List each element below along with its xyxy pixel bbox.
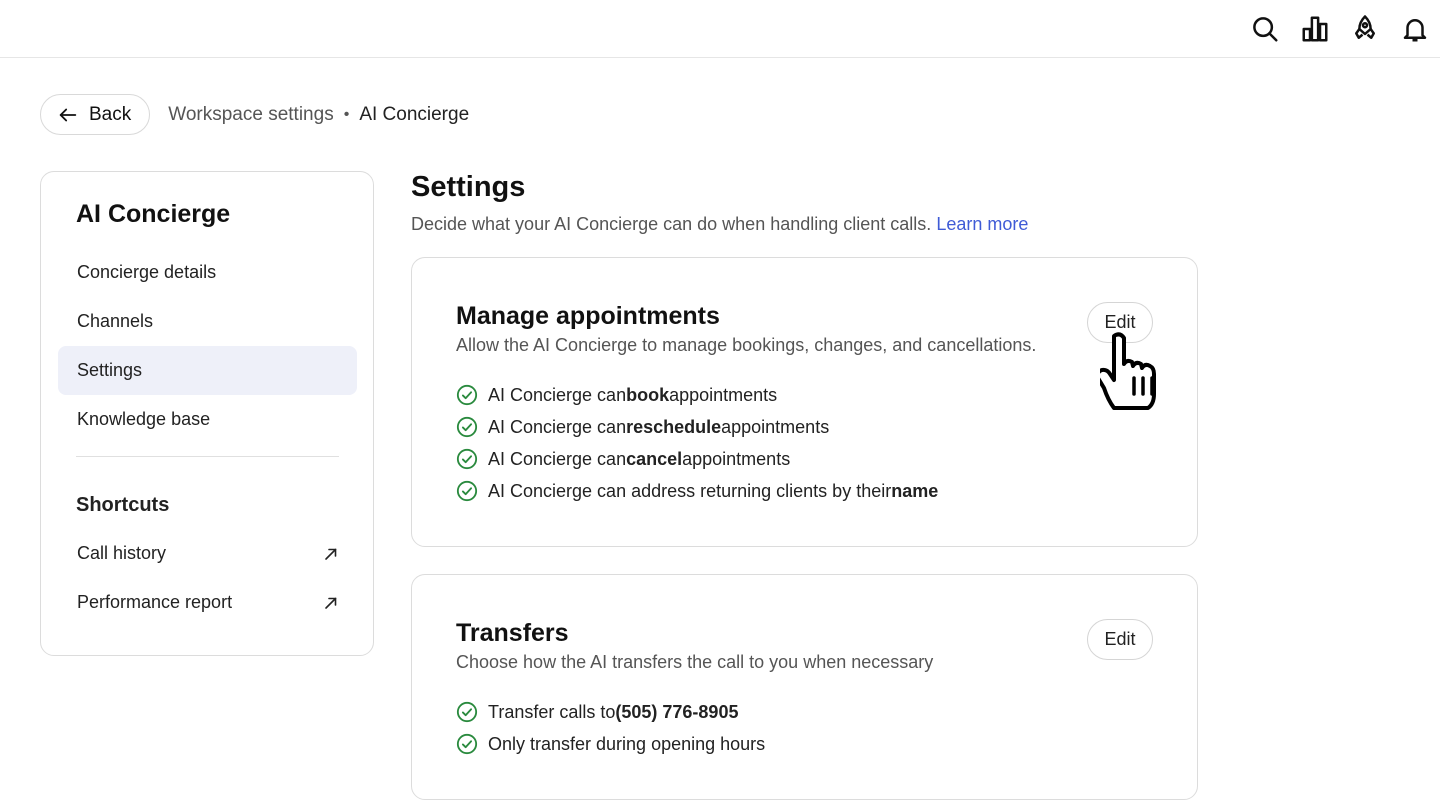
rule-text: AI Concierge can (488, 416, 627, 437)
rule-text-suffix: appointments (669, 384, 778, 405)
breadcrumb: Back Workspace settings • AI Concierge (40, 94, 469, 135)
check-circle-icon (456, 384, 478, 406)
card-description: Allow the AI Concierge to manage booking… (456, 335, 1037, 355)
sidebar: AI Concierge Concierge details Channels … (40, 171, 374, 656)
shortcuts-heading: Shortcuts (76, 494, 170, 516)
check-circle-icon (456, 701, 478, 723)
edit-transfers-button[interactable]: Edit (1087, 619, 1153, 660)
sidebar-item-channels[interactable]: Channels (58, 297, 357, 346)
breadcrumb-current: AI Concierge (359, 103, 470, 125)
bar-chart-icon[interactable] (1290, 7, 1340, 51)
rule-text: AI Concierge can address returning clien… (488, 480, 892, 501)
rules-list: Transfer calls to (505) 776-8905 Only tr… (456, 696, 765, 760)
rule-keyword: reschedule (626, 416, 722, 437)
sidebar-item-label: Concierge details (77, 262, 217, 282)
top-bar (0, 0, 1440, 58)
sidebar-item-label: Channels (77, 311, 154, 331)
breadcrumb-separator: • (343, 105, 350, 123)
check-circle-icon (456, 448, 478, 470)
shortcut-label: Performance report (77, 592, 233, 612)
check-circle-icon (456, 416, 478, 438)
external-link-icon (325, 597, 337, 609)
rule-keyword: name (891, 480, 939, 501)
check-circle-icon (456, 480, 478, 502)
manage-appointments-card: Manage appointments Allow the AI Concier… (411, 257, 1198, 547)
rule-text: AI Concierge can (488, 384, 627, 405)
card-title: Manage appointments (456, 302, 720, 330)
check-circle-icon (456, 733, 478, 755)
page-subtitle-text: Decide what your AI Concierge can do whe… (411, 214, 932, 234)
edit-manage-appointments-button[interactable]: Edit (1087, 302, 1153, 343)
card-description: Choose how the AI transfers the call to … (456, 652, 934, 672)
bell-icon[interactable] (1390, 7, 1440, 51)
rule-text: Transfer calls to (488, 701, 616, 722)
rule-keyword: book (626, 384, 670, 405)
transfer-phone-number: (505) 776-8905 (615, 701, 739, 722)
search-icon[interactable] (1240, 7, 1290, 51)
rule-item: Only transfer during opening hours (456, 728, 765, 760)
back-button[interactable]: Back (40, 94, 151, 135)
rule-text: Only transfer during opening hours (488, 733, 766, 754)
shortcut-performance-report[interactable]: Performance report (58, 578, 357, 627)
rule-text-suffix: appointments (721, 416, 830, 437)
page-subtitle: Decide what your AI Concierge can do whe… (411, 214, 1028, 235)
learn-more-link[interactable]: Learn more (936, 214, 1028, 234)
rule-item: AI Concierge can cancel appointments (456, 443, 938, 475)
page-title: Settings (411, 171, 526, 203)
rocket-icon[interactable] (1340, 7, 1390, 51)
sidebar-item-label: Knowledge base (77, 409, 211, 429)
back-button-label: Back (89, 103, 132, 125)
shortcuts-nav: Call history Performance report (58, 529, 357, 627)
sidebar-item-label: Settings (77, 360, 143, 380)
rules-list: AI Concierge can book appointments AI Co… (456, 379, 938, 507)
sidebar-item-settings[interactable]: Settings (58, 346, 357, 395)
sidebar-nav: Concierge details Channels Settings Know… (58, 248, 357, 444)
card-title: Transfers (456, 619, 569, 647)
arrow-left-icon (59, 108, 77, 121)
top-bar-icons (1240, 0, 1440, 58)
rule-text: AI Concierge can (488, 448, 627, 469)
sidebar-item-concierge-details[interactable]: Concierge details (58, 248, 357, 297)
shortcut-label: Call history (77, 543, 167, 563)
sidebar-divider (76, 456, 339, 457)
rule-item: AI Concierge can book appointments (456, 379, 938, 411)
breadcrumb-parent[interactable]: Workspace settings (168, 104, 333, 126)
transfers-card: Transfers Choose how the AI transfers th… (411, 574, 1198, 800)
rule-item: AI Concierge can reschedule appointments (456, 411, 938, 443)
sidebar-item-knowledge-base[interactable]: Knowledge base (58, 395, 357, 444)
external-link-icon (325, 548, 337, 560)
rule-text-suffix: appointments (682, 448, 791, 469)
settings-header: Settings Decide what your AI Concierge c… (411, 171, 1028, 235)
rule-keyword: cancel (626, 448, 683, 469)
shortcut-call-history[interactable]: Call history (58, 529, 357, 578)
sidebar-title: AI Concierge (76, 200, 231, 228)
rule-item: Transfer calls to (505) 776-8905 (456, 696, 765, 728)
rule-item: AI Concierge can address returning clien… (456, 475, 938, 507)
